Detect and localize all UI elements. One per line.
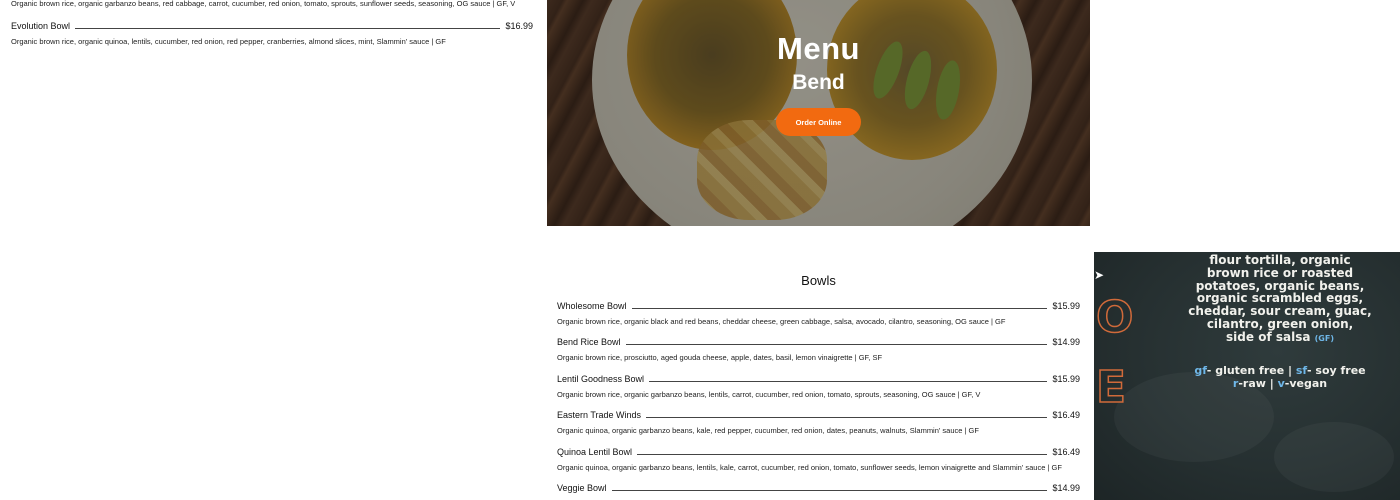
menu-item-row: Wholesome Bowl $15.99 bbox=[557, 300, 1080, 312]
arrow-icon: ➤ bbox=[1094, 268, 1105, 282]
hero-banner: Menu Bend Order Online bbox=[547, 0, 1090, 226]
menu-item-row: Quinoa Lentil Bowl $16.49 bbox=[557, 446, 1080, 458]
dotted-leader-line bbox=[646, 417, 1048, 418]
menu-item-description: Organic quinoa, organic garbanzo beans, … bbox=[557, 426, 979, 435]
menu-item-price: $16.99 bbox=[505, 21, 533, 31]
menu-item-row: Lentil Goodness Bowl $15.99 bbox=[557, 373, 1080, 385]
menu-item-name: Lentil Goodness Bowl bbox=[557, 374, 645, 384]
menu-item: Quinoa Lentil Bowl $16.49 Organic quinoa… bbox=[557, 446, 1080, 473]
menu-item: Wholesome Bowl $15.99 Organic brown rice… bbox=[557, 300, 1080, 327]
legend-sf-key: sf bbox=[1295, 364, 1308, 377]
dotted-leader-line bbox=[649, 381, 1048, 382]
menu-item: Bend Rice Bowl $14.99 Organic brown rice… bbox=[557, 336, 1080, 363]
dotted-leader-line bbox=[637, 454, 1048, 455]
page-title: Menu bbox=[777, 31, 860, 66]
dotted-leader-line bbox=[625, 344, 1048, 345]
menu-item: Lentil Goodness Bowl $15.99 Organic brow… bbox=[557, 373, 1080, 400]
legend-v-key: v bbox=[1277, 377, 1285, 390]
menu-item-description: Organic brown rice, organic quinoa, lent… bbox=[11, 37, 446, 46]
menu-item-name: Wholesome Bowl bbox=[557, 301, 627, 311]
menu-item-price: $15.99 bbox=[1052, 374, 1080, 384]
chalkboard-image: ➤ O E flour tortilla, organic brown rice… bbox=[1094, 252, 1400, 500]
menu-item-price: $16.49 bbox=[1052, 410, 1080, 420]
legend-r-text: -raw bbox=[1238, 377, 1266, 390]
page-subtitle: Bend bbox=[792, 71, 845, 94]
menu-item-name: Evolution Bowl bbox=[11, 21, 71, 31]
menu-item-name: Veggie Bowl bbox=[557, 483, 607, 493]
left-menu-column: Organic brown rice, organic garbanzo bea… bbox=[0, 0, 545, 500]
legend-line: r-raw | v-vegan bbox=[1232, 377, 1328, 390]
chalk-smudge bbox=[1274, 422, 1394, 492]
menu-item-price: $14.99 bbox=[1052, 337, 1080, 347]
legend-sf-text: - soy free bbox=[1307, 364, 1366, 377]
menu-item-row: Bend Rice Bowl $14.99 bbox=[557, 336, 1080, 348]
legend-line: gf- gluten free | sf- soy free bbox=[1194, 364, 1366, 377]
chalkboard-legend: gf- gluten free | sf- soy free r-raw | v… bbox=[1174, 364, 1386, 390]
menu-item: Eastern Trade Winds $16.49 Organic quino… bbox=[557, 409, 1080, 436]
order-online-button[interactable]: Order Online bbox=[776, 108, 861, 136]
menu-item-row: Evolution Bowl $16.99 bbox=[11, 20, 533, 32]
chalk-line-text: side of salsa bbox=[1226, 329, 1311, 344]
menu-item-description: Organic brown rice, organic garbanzo bea… bbox=[557, 390, 981, 399]
menu-item-description: Organic brown rice, prosciutto, aged gou… bbox=[557, 353, 883, 362]
menu-item-row: Eastern Trade Winds $16.49 bbox=[557, 409, 1080, 421]
previous-item-description: Organic brown rice, organic garbanzo bea… bbox=[11, 0, 516, 8]
legend-gf-text: - gluten free bbox=[1206, 364, 1285, 377]
chalk-line: flour tortilla, organic bbox=[1209, 253, 1351, 267]
menu-item-price: $14.99 bbox=[1052, 483, 1080, 493]
menu-item-name: Quinoa Lentil Bowl bbox=[557, 447, 633, 457]
chalk-line: side of salsa (GF) bbox=[1164, 329, 1396, 346]
chalkboard-description: flour tortilla, organic brown rice or ro… bbox=[1164, 254, 1396, 346]
legend-v-text: -vegan bbox=[1284, 377, 1328, 390]
dotted-leader-line bbox=[611, 490, 1048, 491]
menu-item-name: Eastern Trade Winds bbox=[557, 410, 642, 420]
menu-item-evolution-bowl: Evolution Bowl $16.99 Organic brown rice… bbox=[11, 20, 533, 47]
chalk-letter: E bbox=[1095, 361, 1127, 414]
dotted-leader-line bbox=[631, 308, 1048, 309]
menu-item: Veggie Bowl $14.99 bbox=[557, 482, 1080, 494]
dotted-leader-line bbox=[75, 28, 501, 29]
legend-gf-key: gf bbox=[1194, 364, 1207, 377]
menu-item-name: Bend Rice Bowl bbox=[557, 337, 621, 347]
menu-item-row: Veggie Bowl $14.99 bbox=[557, 482, 1080, 494]
menu-item-description: Organic brown rice, organic black and re… bbox=[557, 317, 1006, 326]
bowls-section: Bowls Wholesome Bowl $15.99 Organic brow… bbox=[547, 262, 1090, 500]
gf-tag: (GF) bbox=[1314, 333, 1334, 343]
menu-item-price: $15.99 bbox=[1052, 301, 1080, 311]
chalk-letter: O bbox=[1095, 291, 1134, 344]
section-title: Bowls bbox=[801, 273, 836, 288]
menu-item-description: Organic quinoa, organic garbanzo beans, … bbox=[557, 463, 1062, 472]
menu-item-price: $16.49 bbox=[1052, 447, 1080, 457]
chalk-line: brown rice or roasted bbox=[1206, 265, 1354, 280]
